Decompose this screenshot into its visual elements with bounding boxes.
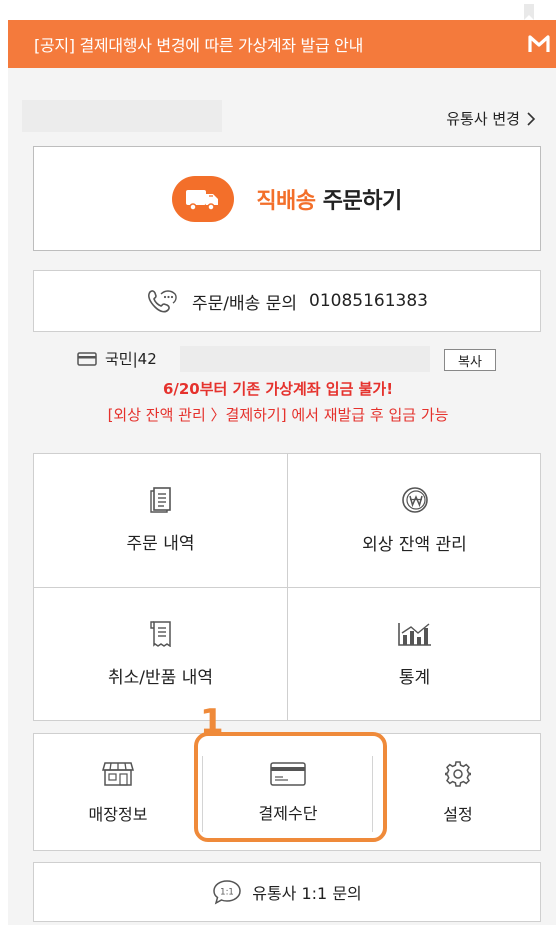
chat-bubble-icon: 1:1 bbox=[213, 880, 241, 905]
chart-icon bbox=[397, 623, 431, 646]
won-coin-icon bbox=[401, 487, 428, 513]
tool-settings[interactable]: 설정 bbox=[374, 734, 542, 852]
step-highlight-box bbox=[194, 732, 387, 842]
menu-grid: 주문 내역 외상 잔액 관리 취소/반품 내역 통계 bbox=[33, 453, 541, 721]
store-icon bbox=[102, 762, 134, 786]
menu-label: 취소/반품 내역 bbox=[108, 668, 213, 688]
tool-store-info[interactable]: 매장정보 bbox=[34, 734, 202, 852]
notice-text[interactable]: [공지] 결제대행사 변경에 따른 가상계좌 발급 안내 bbox=[34, 32, 363, 56]
gear-icon bbox=[445, 761, 471, 787]
change-distributor-label: 유통사 변경 bbox=[446, 110, 520, 128]
menu-credit-balance[interactable]: 외상 잔액 관리 bbox=[288, 454, 541, 587]
tool-label: 매장정보 bbox=[88, 805, 148, 824]
menu-cancel-return-history[interactable]: 취소/반품 내역 bbox=[34, 588, 287, 721]
bank-account-row: 국민|42 bbox=[77, 348, 157, 369]
order-title: 직배송 주문하기 bbox=[256, 183, 402, 215]
menu-label: 주문 내역 bbox=[126, 534, 195, 554]
menu-label: 외상 잔액 관리 bbox=[362, 535, 467, 555]
copy-button[interactable]: 복사 bbox=[444, 349, 496, 371]
phone-inquiry-box[interactable]: 주문/배송 문의 01085161383 bbox=[33, 270, 541, 332]
tool-label: 설정 bbox=[443, 805, 473, 824]
warning-text-2: [외상 잔액 관리 〉결제하기] 에서 재발급 후 입금 가능 bbox=[107, 406, 449, 424]
distributor-inquiry-button[interactable]: 1:1 유통사 1:1 문의 bbox=[33, 862, 541, 922]
card-icon bbox=[77, 351, 97, 366]
phone-icon bbox=[148, 290, 177, 313]
menu-statistics[interactable]: 통계 bbox=[288, 588, 541, 721]
menu-order-history[interactable]: 주문 내역 bbox=[34, 454, 287, 587]
phone-number[interactable]: 01085161383 bbox=[309, 291, 428, 311]
svg-text:1:1: 1:1 bbox=[220, 888, 234, 898]
notice-bar[interactable]: [공지] 결제대행사 변경에 따른 가상계좌 발급 안내 bbox=[8, 20, 556, 68]
account-name-redacted bbox=[22, 100, 222, 132]
step-number: 1 bbox=[200, 702, 224, 742]
direct-delivery-order-button[interactable]: 직배송 주문하기 bbox=[33, 146, 541, 251]
document-icon bbox=[149, 487, 171, 513]
receipt-icon bbox=[149, 621, 171, 647]
account-number-redacted bbox=[180, 346, 430, 372]
menu-label: 통계 bbox=[398, 668, 431, 688]
chevron-right-icon bbox=[527, 111, 536, 126]
truck-icon bbox=[172, 175, 235, 222]
order-title-accent: 직배송 bbox=[256, 188, 316, 214]
bank-account-text: 국민|42 bbox=[105, 350, 157, 368]
change-distributor-link[interactable]: 유통사 변경 bbox=[446, 108, 536, 129]
warning-text-1: 6/20부터 기존 가상계좌 입금 불가! bbox=[162, 380, 394, 398]
order-title-rest: 주문하기 bbox=[322, 188, 402, 214]
m-logo-icon[interactable] bbox=[528, 34, 550, 54]
pin-icon bbox=[524, 4, 534, 20]
phone-inquiry-label: 주문/배송 문의 bbox=[192, 293, 297, 314]
inquiry-label: 유통사 1:1 문의 bbox=[252, 884, 362, 903]
